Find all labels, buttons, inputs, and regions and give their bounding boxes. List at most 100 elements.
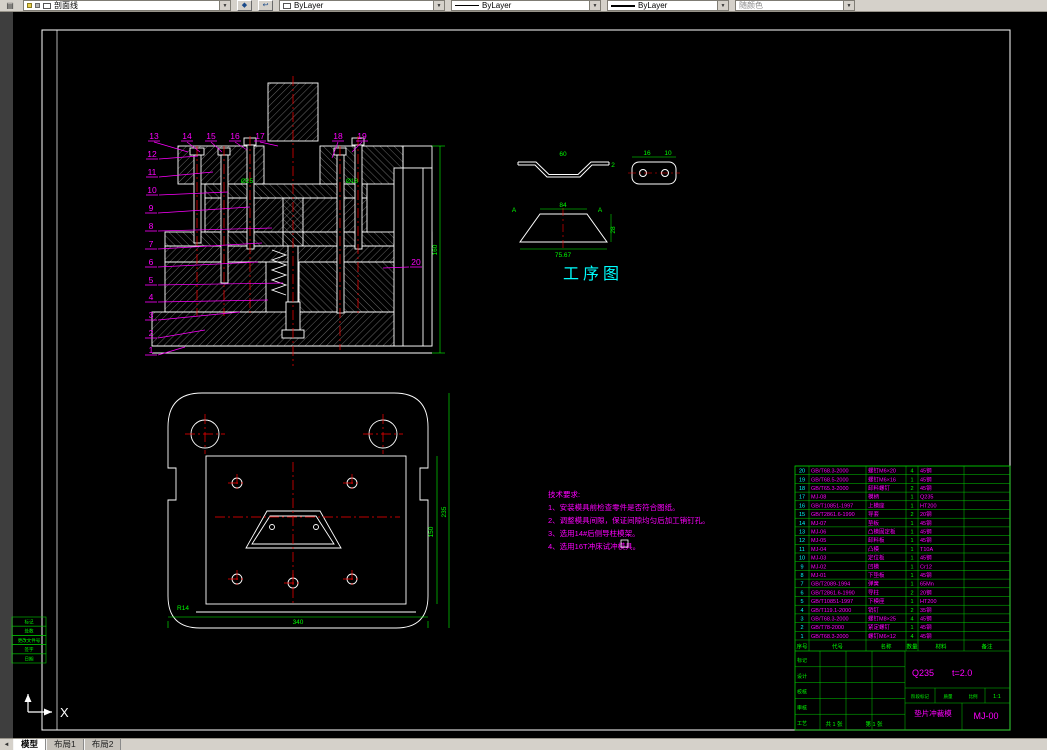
callout-number[interactable]: 11	[148, 167, 157, 177]
bom-cell: 2	[800, 625, 803, 631]
color-combo[interactable]: ByLayer ▼	[279, 0, 445, 11]
ucs-x-label: X	[60, 705, 69, 720]
bom-cell: 12	[799, 538, 805, 544]
bom-cell: HT200	[920, 599, 937, 605]
callout-number[interactable]: 14	[182, 131, 192, 141]
layers-icon[interactable]: ▤	[3, 1, 17, 11]
layer-color-chip	[43, 2, 51, 9]
plotstyle-combo-value: 随颜色	[739, 0, 763, 10]
bom-cell: GB/T10851-1997	[811, 599, 853, 605]
bom-cell: 45钢	[920, 571, 932, 579]
scale-value: 1:1	[993, 694, 1001, 700]
callout-number[interactable]: 6	[149, 257, 154, 267]
linetype-sample-icon	[455, 5, 479, 6]
bom-cell: GB/T2089-1994	[811, 582, 850, 588]
bom-cell: 45钢	[920, 475, 932, 483]
bom-cell: 3	[800, 617, 803, 623]
bom-header: 备注	[981, 643, 993, 651]
bom-cell: GB/T2861.6-1990	[811, 512, 855, 518]
callout-number[interactable]: 18	[333, 131, 343, 141]
bom-cell: 13	[799, 530, 805, 536]
tab-model[interactable]: 模型	[13, 739, 47, 750]
dimension-text: R14	[177, 605, 189, 612]
callout-number[interactable]: 10	[147, 185, 157, 195]
color-combo-value: ByLayer	[294, 0, 324, 10]
chevron-down-icon[interactable]: ▼	[589, 1, 600, 10]
tab-layout2[interactable]: 布局2	[83, 739, 122, 750]
callout-number[interactable]: 15	[206, 131, 216, 141]
callout-number[interactable]: 1	[149, 345, 154, 355]
chevron-down-icon[interactable]: ▼	[717, 1, 728, 10]
bom-cell: MJ-08	[811, 495, 826, 501]
bom-cell: Cr12	[920, 564, 932, 570]
tech-requirement-line: 3、选用14#后侧导柱模架。	[548, 528, 640, 538]
margin-label: 更改文件号	[18, 637, 41, 644]
titleblock-sign-label: 标记	[797, 657, 807, 664]
callout-number[interactable]: 17	[255, 131, 265, 141]
bom-cell: 16	[799, 503, 805, 509]
bom-cell: 螺钉M6×12	[868, 632, 896, 640]
bom-header: 代号	[832, 643, 844, 651]
callout-number[interactable]: 3	[149, 310, 154, 320]
tabbar-spacer	[121, 739, 1047, 750]
callout-number[interactable]: 4	[149, 292, 154, 302]
bom-cell: 1	[910, 503, 913, 509]
sheet-total: 共 1 张	[825, 720, 843, 728]
bom-cell: GB/T68.3-2000	[811, 617, 849, 623]
dimension-text: 150	[428, 526, 435, 537]
bom-cell: 1	[910, 538, 913, 544]
callout-number[interactable]: 5	[149, 275, 154, 285]
properties-toolbar: ▤ 剖面线 ▼ ◆ ↩ ByLayer ▼ ByLayer ▼ ByLayer …	[0, 0, 1047, 12]
chevron-down-icon[interactable]: ▼	[433, 1, 444, 10]
bom-cell: 模柄	[868, 493, 880, 501]
bom-cell: 卸料板	[868, 536, 885, 544]
dimension-text: 16	[643, 150, 651, 157]
bom-cell: MJ-02	[811, 564, 826, 570]
chevron-down-icon[interactable]: ▼	[219, 1, 230, 10]
margin-label: 处数	[25, 628, 34, 635]
lineweight-combo[interactable]: ByLayer ▼	[607, 0, 729, 11]
cad-application-window: ▤ 剖面线 ▼ ◆ ↩ ByLayer ▼ ByLayer ▼ ByLayer …	[0, 0, 1047, 750]
tab-layout1[interactable]: 布局1	[46, 739, 84, 750]
bom-cell: 65Mn	[920, 582, 934, 588]
dimension-text: 84	[559, 202, 567, 209]
drawing-canvas[interactable]: 工序图 技术要求: 1、安装模具前检查零件是否符合图纸。 2、调整模具间隙，保证间隙…	[0, 12, 1047, 738]
layer-previous-button[interactable]: ↩	[258, 0, 273, 11]
callout-number[interactable]: 16	[230, 131, 240, 141]
bom-cell: 45钢	[920, 623, 932, 631]
guide-plate[interactable]	[164, 245, 433, 263]
die-block-left[interactable]	[164, 261, 267, 313]
bom-cell: 销钉	[868, 606, 880, 614]
callout-number[interactable]: 19	[357, 131, 367, 141]
bom-cell: 1	[910, 530, 913, 536]
bom-cell: Q235	[920, 495, 933, 501]
bom-cell: 15	[799, 512, 805, 518]
callout-number[interactable]: 12	[147, 149, 157, 159]
callout-number[interactable]: 20	[411, 257, 421, 267]
plotstyle-combo[interactable]: 随颜色 ▼	[735, 0, 855, 11]
bom-cell: 导柱	[868, 588, 880, 596]
bom-cell: 1	[910, 564, 913, 570]
make-layer-current-button[interactable]: ◆	[237, 0, 252, 11]
linetype-combo[interactable]: ByLayer ▼	[451, 0, 601, 11]
dimension-text: 235	[441, 506, 448, 517]
bom-cell: MJ-04	[811, 547, 826, 553]
bom-cell: 8	[800, 573, 803, 579]
lineweight-sample-icon	[611, 4, 635, 7]
callout-number[interactable]: 8	[149, 221, 154, 231]
bom-cell: MJ-05	[811, 538, 826, 544]
dimension-text: 160	[432, 244, 439, 255]
tab-nav-icon[interactable]: ◄	[0, 739, 13, 750]
callout-number[interactable]: 7	[149, 239, 154, 249]
tech-requirement-line: 技术要求:	[548, 489, 580, 499]
bom-cell: 45钢	[920, 615, 932, 623]
process-diagram-title[interactable]: 工序图	[563, 265, 623, 283]
callout-number[interactable]: 2	[149, 328, 154, 338]
bom-cell: 1	[910, 477, 913, 483]
layer-combo[interactable]: 剖面线 ▼	[23, 0, 231, 11]
bom-cell: 11	[799, 547, 805, 553]
bom-cell: 45钢	[920, 484, 932, 492]
chevron-down-icon[interactable]: ▼	[843, 1, 854, 10]
callout-number[interactable]: 13	[149, 131, 159, 141]
callout-number[interactable]: 9	[149, 203, 154, 213]
